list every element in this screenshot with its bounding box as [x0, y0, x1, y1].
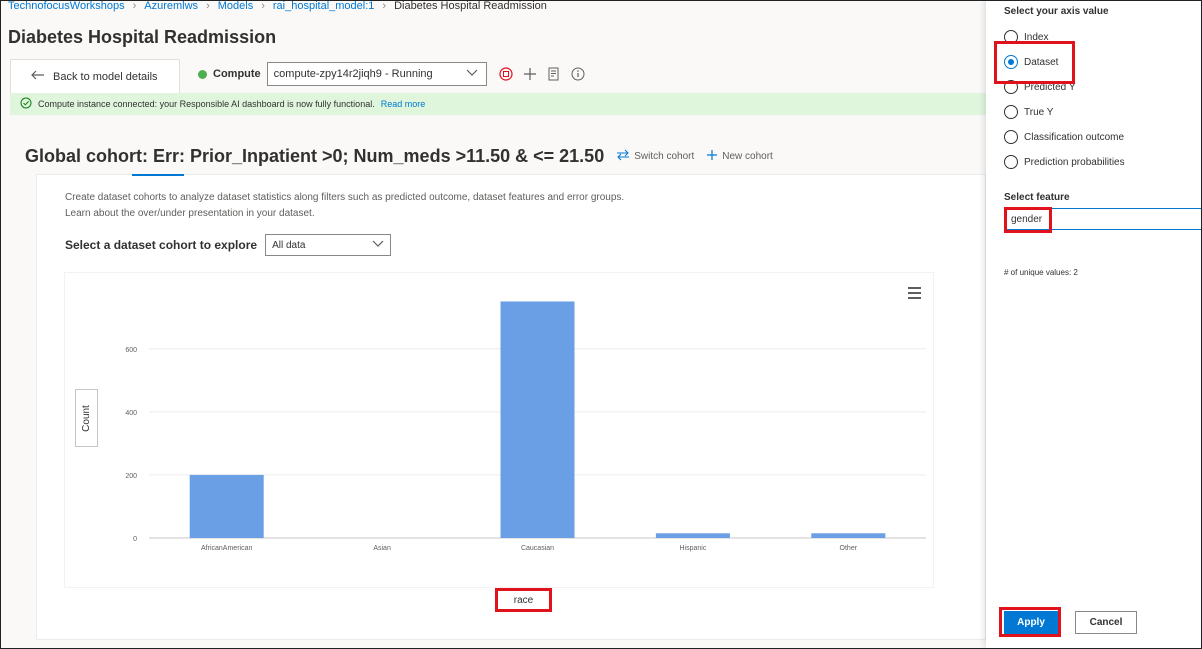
highlight-box-dataset: [994, 41, 1075, 84]
compute-select-value: compute-zpy14r2jiqh9 - Running: [273, 68, 433, 80]
bar[interactable]: [655, 533, 730, 538]
cohort-select[interactable]: All data: [265, 234, 392, 256]
compute-select[interactable]: compute-zpy14r2jiqh9 - Running: [266, 62, 487, 86]
info-icon[interactable]: [571, 67, 585, 81]
highlight-box-apply: [999, 607, 1061, 637]
chevron-down-icon: [372, 240, 384, 251]
add-icon: [706, 149, 718, 164]
radio-label: True Y: [1024, 106, 1054, 118]
check-circle-icon: [20, 97, 32, 111]
cancel-button[interactable]: Cancel: [1075, 611, 1137, 634]
chevron-down-icon: [466, 68, 478, 80]
axis-settings-panel: Select your axis value Index Dataset Pre…: [986, 0, 1202, 649]
y-tick-label: 400: [125, 410, 137, 417]
page-title: Diabetes Hospital Readmission: [8, 27, 277, 47]
x-axis-button[interactable]: race: [495, 588, 552, 612]
breadcrumb-separator: ›: [261, 0, 265, 12]
x-tick-label: Other: [840, 545, 858, 552]
breadcrumb-separator: ›: [382, 0, 387, 12]
x-tick-label: AfricanAmerican: [201, 545, 252, 552]
axis-heading: Select your axis value: [1004, 6, 1109, 17]
breadcrumb-model[interactable]: rai_hospital_model:1: [273, 0, 375, 12]
y-tick-label: 600: [125, 347, 137, 354]
explore-row: Select a dataset cohort to explore All d…: [65, 234, 392, 256]
cohort-select-value: All data: [272, 239, 306, 251]
radio-prediction-probabilities[interactable]: Prediction probabilities: [1004, 155, 1125, 169]
bar[interactable]: [811, 533, 886, 538]
breadcrumb-separator: ›: [206, 0, 210, 12]
bar[interactable]: [500, 301, 575, 538]
add-icon[interactable]: [523, 67, 537, 81]
breadcrumb-models[interactable]: Models: [218, 0, 253, 12]
radio-label: Prediction probabilities: [1024, 156, 1125, 168]
y-axis-label: Count: [81, 404, 92, 432]
new-cohort-label: New cohort: [722, 151, 773, 162]
radio-button[interactable]: [1004, 105, 1018, 119]
switch-icon: [616, 149, 630, 164]
toolbar: Back to model details Compute compute-zp…: [10, 57, 986, 93]
bar[interactable]: [189, 474, 264, 538]
status-running-icon: [198, 69, 207, 79]
breadcrumb-separator: ›: [132, 0, 137, 12]
radio-label: Classification outcome: [1024, 131, 1125, 143]
radio-button[interactable]: [1004, 155, 1018, 169]
cohort-description: Create dataset cohorts to analyze datase…: [65, 192, 625, 219]
stop-icon[interactable]: [499, 67, 513, 81]
breadcrumb: TechnofocusWorkshops › Azuremlws › Model…: [8, 0, 547, 12]
radio-true-y[interactable]: True Y: [1004, 105, 1053, 119]
toolbar-icons: [499, 67, 585, 81]
active-tab-indicator: [132, 174, 184, 176]
explore-label: Select a dataset cohort to explore: [65, 238, 258, 252]
banner-text: Compute instance connected: your Respons…: [38, 99, 375, 109]
switch-cohort-label: Switch cohort: [634, 151, 695, 162]
y-tick-label: 0: [133, 536, 137, 543]
connected-banner: Compute instance connected: your Respons…: [10, 93, 986, 115]
x-tick-label: Asian: [373, 545, 391, 552]
back-to-model-button[interactable]: Back to model details: [10, 59, 180, 93]
breadcrumb-workspace-group[interactable]: TechnofocusWorkshops: [8, 0, 125, 12]
arrow-left-icon: [31, 70, 45, 83]
switch-cohort-button[interactable]: Switch cohort: [616, 149, 694, 164]
highlight-box-gender: [1004, 207, 1052, 233]
radio-button[interactable]: [1004, 130, 1018, 144]
feature-label: Select feature: [1004, 192, 1070, 203]
cohort-header: Global cohort: Err: Prior_Inpatient >0; …: [25, 146, 773, 167]
compute-section: Compute compute-zpy14r2jiqh9 - Running: [198, 62, 487, 86]
read-more-link[interactable]: Read more: [381, 99, 426, 109]
main-area: TechnofocusWorkshops › Azuremlws › Model…: [0, 0, 986, 649]
new-cohort-button[interactable]: New cohort: [706, 149, 773, 164]
compute-label: Compute: [213, 68, 261, 80]
breadcrumb-workspace[interactable]: Azuremlws: [144, 0, 198, 12]
cohort-title: Global cohort: Err: Prior_Inpatient >0; …: [25, 146, 605, 166]
unique-values-count: # of unique values: 2: [1004, 268, 1078, 277]
back-label: Back to model details: [53, 70, 158, 83]
y-tick-label: 200: [125, 473, 137, 480]
breadcrumb-current: Diabetes Hospital Readmission: [394, 0, 547, 12]
race-bar-chart: 0 200 400 600 AfricanAmerican Asian Caucasian H…: [125, 287, 926, 552]
x-tick-label: Caucasian: [521, 545, 554, 552]
report-icon[interactable]: [547, 67, 561, 81]
chart-menu-icon[interactable]: [908, 287, 921, 299]
radio-classification-outcome[interactable]: Classification outcome: [1004, 130, 1124, 144]
x-tick-label: Hispanic: [679, 545, 706, 552]
y-axis-button[interactable]: Count: [75, 389, 98, 447]
